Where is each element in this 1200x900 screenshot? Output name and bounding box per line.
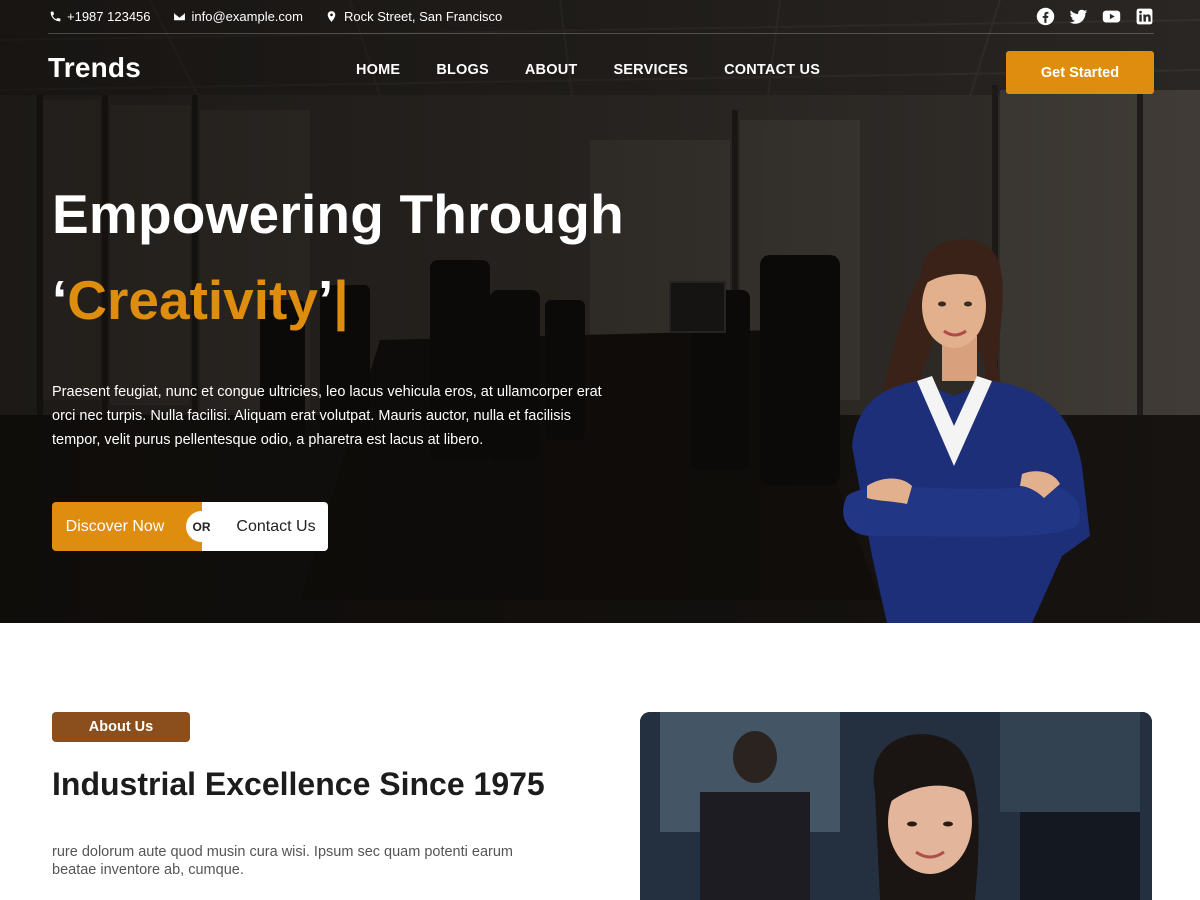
about-us-badge: About Us xyxy=(52,712,190,742)
hero-close-quote: ’ xyxy=(317,269,334,331)
hero-cta-group: Discover Now Contact Us OR xyxy=(52,502,328,551)
hero-word-text: Creativity xyxy=(67,269,318,331)
address-contact: Rock Street, San Francisco xyxy=(325,9,502,24)
nav-about[interactable]: ABOUT xyxy=(525,62,578,78)
hero-woman-image xyxy=(832,236,1094,623)
linkedin-icon[interactable] xyxy=(1134,7,1154,27)
email-text: info@example.com xyxy=(191,9,303,24)
get-started-button[interactable]: Get Started xyxy=(1006,51,1154,94)
discover-now-button[interactable]: Discover Now xyxy=(52,502,202,551)
youtube-icon[interactable] xyxy=(1101,7,1121,27)
main-nav: HOME BLOGS ABOUT SERVICES CONTACT US xyxy=(356,62,856,78)
phone-text: +1987 123456 xyxy=(67,9,151,24)
twitter-icon[interactable] xyxy=(1068,7,1088,27)
typing-caret: | xyxy=(333,269,349,331)
hero-typed-word: ‘Creativity’| xyxy=(52,268,349,332)
nav-contact-us[interactable]: CONTACT US xyxy=(724,62,820,78)
address-text: Rock Street, San Francisco xyxy=(343,9,503,24)
contact-us-button[interactable]: Contact Us xyxy=(202,502,328,551)
or-separator: OR xyxy=(186,511,217,542)
facebook-icon[interactable] xyxy=(1035,7,1055,27)
hero-title: Empowering Through xyxy=(52,183,624,245)
nav-services[interactable]: SERVICES xyxy=(613,62,688,78)
social-links xyxy=(1022,7,1154,27)
site-logo[interactable]: Trends xyxy=(48,52,141,84)
nav-blogs[interactable]: BLOGS xyxy=(436,62,489,78)
phone-icon xyxy=(48,10,62,24)
nav-home[interactable]: HOME xyxy=(356,62,400,78)
phone-contact[interactable]: +1987 123456 xyxy=(48,9,151,24)
hero-section: +1987 123456 info@example.com Rock Stree… xyxy=(0,0,1200,623)
hero-description: Praesent feugiat, nunc et congue ultrici… xyxy=(52,384,602,448)
hero-open-quote: ‘ xyxy=(52,269,68,331)
map-pin-icon xyxy=(325,10,339,24)
envelope-icon xyxy=(173,10,187,24)
about-description: rure dolorum aute quod musin cura wisi. … xyxy=(52,844,513,878)
email-contact[interactable]: info@example.com xyxy=(173,9,303,24)
about-title: Industrial Excellence Since 1975 xyxy=(52,766,545,802)
top-contact-bar: +1987 123456 info@example.com Rock Stree… xyxy=(48,0,1154,34)
about-woman-image xyxy=(640,712,1152,900)
